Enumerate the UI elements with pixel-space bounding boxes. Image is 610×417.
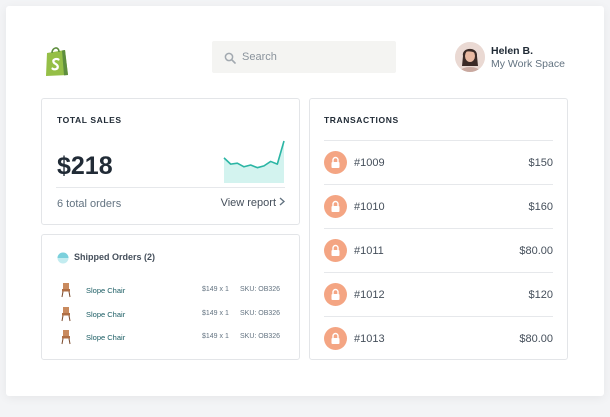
transaction-id: #1009 bbox=[354, 157, 385, 169]
transaction-row[interactable]: #1011 $80.00 bbox=[324, 229, 553, 273]
lock-icon bbox=[324, 327, 347, 350]
transaction-amount: $150 bbox=[528, 157, 553, 169]
user-avatar[interactable] bbox=[455, 42, 485, 72]
product-name[interactable]: Slope Chair bbox=[86, 333, 125, 342]
sparkline-area bbox=[224, 141, 284, 183]
transaction-id: #1012 bbox=[354, 289, 385, 301]
chevron-right-icon bbox=[279, 197, 286, 209]
transaction-row[interactable]: #1010 $160 bbox=[324, 185, 553, 229]
lock-icon bbox=[324, 151, 347, 174]
shipped-order-row[interactable]: Slope Chair $149 x 1 SKU: OB326 bbox=[57, 282, 287, 300]
divider bbox=[56, 187, 285, 188]
product-sku: SKU: OB326 bbox=[240, 286, 281, 293]
chair-icon bbox=[60, 306, 72, 322]
chair-icon bbox=[60, 282, 72, 298]
transaction-row[interactable]: #1012 $120 bbox=[324, 273, 553, 317]
transactions-card: TRANSACTIONS #1009 $150 #1010 $160 #1011… bbox=[309, 98, 568, 360]
dashboard-window: Helen B. My Work Space TOTAL SALES $218 … bbox=[6, 6, 604, 396]
total-sales-title: TOTAL SALES bbox=[57, 115, 122, 125]
lock-icon bbox=[324, 239, 347, 262]
transaction-amount: $160 bbox=[528, 201, 553, 213]
product-name[interactable]: Slope Chair bbox=[86, 310, 125, 319]
lock-icon bbox=[324, 195, 347, 218]
transaction-id: #1013 bbox=[354, 333, 385, 345]
product-name[interactable]: Slope Chair bbox=[86, 286, 125, 295]
lock-icon bbox=[324, 283, 347, 306]
view-report-link[interactable]: View report bbox=[220, 197, 286, 209]
search-icon bbox=[224, 51, 236, 64]
product-sku: SKU: OB326 bbox=[240, 310, 281, 317]
sales-sparkline bbox=[223, 140, 285, 183]
transaction-row[interactable]: #1013 $80.00 bbox=[324, 317, 553, 361]
chair-icon bbox=[60, 329, 72, 345]
transaction-id: #1010 bbox=[354, 201, 385, 213]
shipped-order-row[interactable]: Slope Chair $149 x 1 SKU: OB326 bbox=[57, 329, 287, 347]
total-sales-card: TOTAL SALES $218 6 total orders View rep… bbox=[41, 98, 300, 225]
view-report-label: View report bbox=[220, 197, 276, 209]
user-name: Helen B. bbox=[491, 45, 534, 57]
product-price: $149 x 1 bbox=[202, 333, 229, 340]
search-input[interactable] bbox=[242, 47, 387, 67]
transaction-amount: $80.00 bbox=[519, 333, 553, 345]
shipped-orders-title: Shipped Orders (2) bbox=[74, 252, 156, 262]
total-sales-value: $218 bbox=[57, 152, 113, 180]
shipped-orders-card: Shipped Orders (2) Slope Chair $149 x 1 … bbox=[41, 234, 300, 360]
search-box[interactable] bbox=[212, 41, 396, 73]
product-sku: SKU: OB326 bbox=[240, 333, 281, 340]
transaction-row[interactable]: #1009 $150 bbox=[324, 141, 553, 185]
transaction-id: #1011 bbox=[354, 245, 384, 257]
transactions-title: TRANSACTIONS bbox=[324, 115, 399, 125]
user-menu[interactable]: Helen B. My Work Space bbox=[455, 42, 595, 74]
product-price: $149 x 1 bbox=[202, 286, 229, 293]
shipped-status-icon bbox=[57, 251, 69, 264]
workspace-name: My Work Space bbox=[491, 58, 565, 70]
total-orders-count: 6 total orders bbox=[57, 198, 122, 210]
transaction-amount: $120 bbox=[528, 289, 553, 301]
product-price: $149 x 1 bbox=[202, 310, 229, 317]
transaction-amount: $80.00 bbox=[519, 245, 553, 257]
shipped-order-row[interactable]: Slope Chair $149 x 1 SKU: OB326 bbox=[57, 306, 287, 324]
sparkline-line bbox=[223, 140, 285, 169]
shopping-bag-logo-icon[interactable] bbox=[43, 44, 73, 78]
